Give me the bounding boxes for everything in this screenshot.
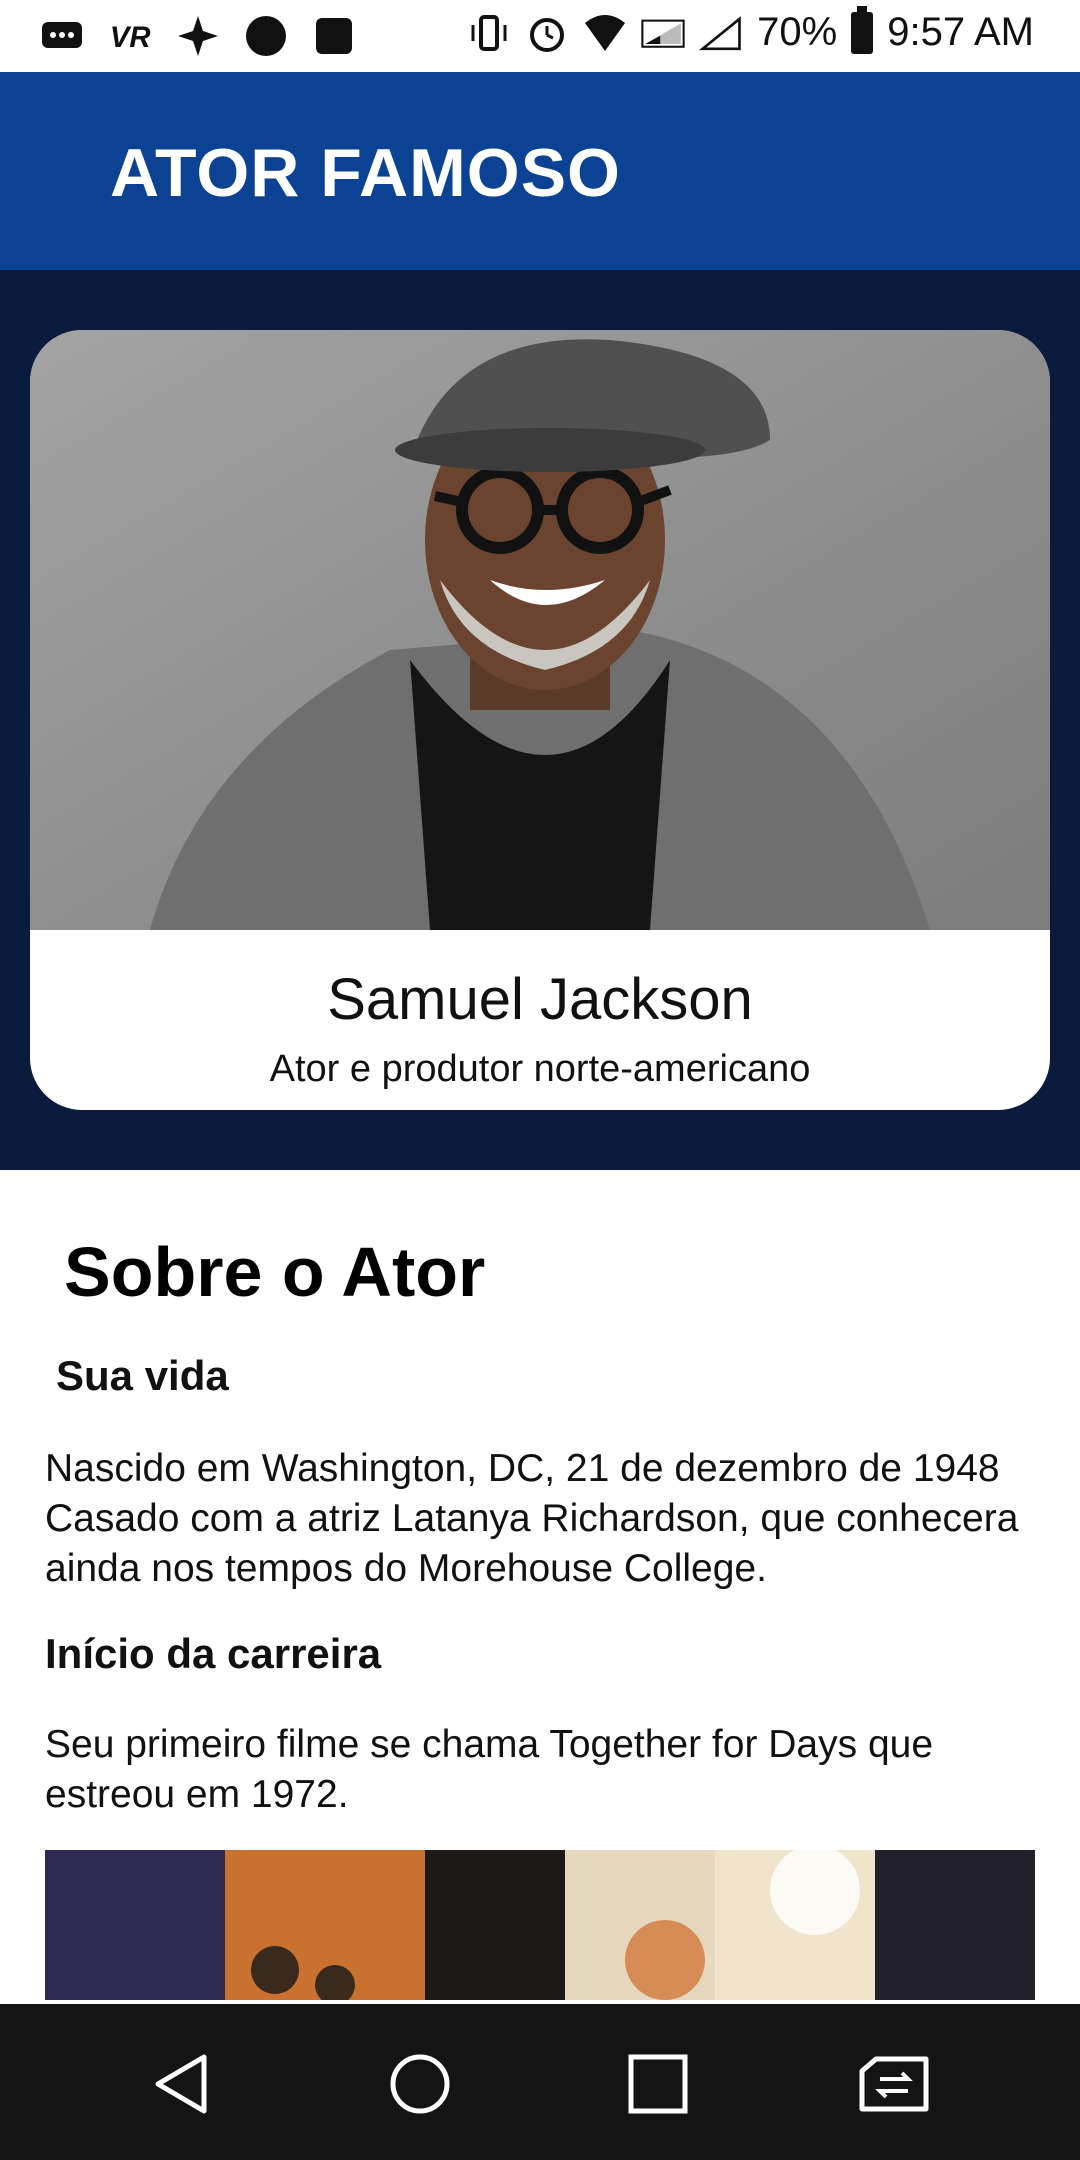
switch-sim-button[interactable] (846, 2034, 946, 2134)
message-icon (40, 14, 84, 58)
alarm-icon (525, 11, 569, 55)
status-bar: VR 70% 9:57 AM (0, 0, 1080, 72)
square-icon (312, 14, 356, 58)
back-icon (155, 2054, 207, 2114)
clock: 9:57 AM (887, 10, 1034, 54)
actor-photo (30, 330, 1050, 930)
circle-icon (244, 14, 288, 58)
career-paragraph: Seu primeiro filme se chama Together for… (45, 1723, 934, 1816)
actor-card: Samuel Jackson Ator e produtor norte-ame… (30, 330, 1050, 1110)
system-icons: 70% 9:57 AM (467, 5, 1034, 55)
life-heading: Sua vida (56, 1352, 229, 1399)
actor-subtitle: Ator e produtor norte-americano (269, 1048, 811, 1090)
recents-button[interactable] (608, 2034, 708, 2134)
signal-sim1-icon (641, 11, 685, 55)
switch-sim-icon (859, 2056, 929, 2112)
system-navigation-bar (0, 2004, 1080, 2160)
about-title: Sobre o Ator (64, 1233, 486, 1311)
notification-icons: VR (40, 14, 356, 58)
life-paragraph: Nascido em Washington, DC, 21 de dezembr… (45, 1447, 1019, 1590)
sparkle-icon (176, 14, 220, 58)
svg-text:VR: VR (110, 21, 151, 54)
vibrate-icon (467, 11, 511, 55)
home-button[interactable] (370, 2034, 470, 2134)
recents-icon (628, 2054, 688, 2114)
hero-section: Samuel Jackson Ator e produtor norte-ame… (0, 270, 1080, 1170)
movie-poster-image (45, 1850, 1035, 2000)
vr-icon: VR (108, 14, 152, 58)
app-bar: ATOR FAMOSO (0, 72, 1080, 270)
wifi-icon (583, 11, 627, 55)
actor-name: Samuel Jackson (327, 967, 753, 1032)
battery-icon (851, 5, 874, 54)
signal-sim2-icon (699, 11, 743, 55)
app-title: ATOR FAMOSO (110, 135, 621, 211)
home-icon (390, 2054, 450, 2114)
back-button[interactable] (133, 2034, 233, 2134)
career-heading: Início da carreira (45, 1630, 382, 1677)
battery-percent: 70% (757, 10, 838, 54)
